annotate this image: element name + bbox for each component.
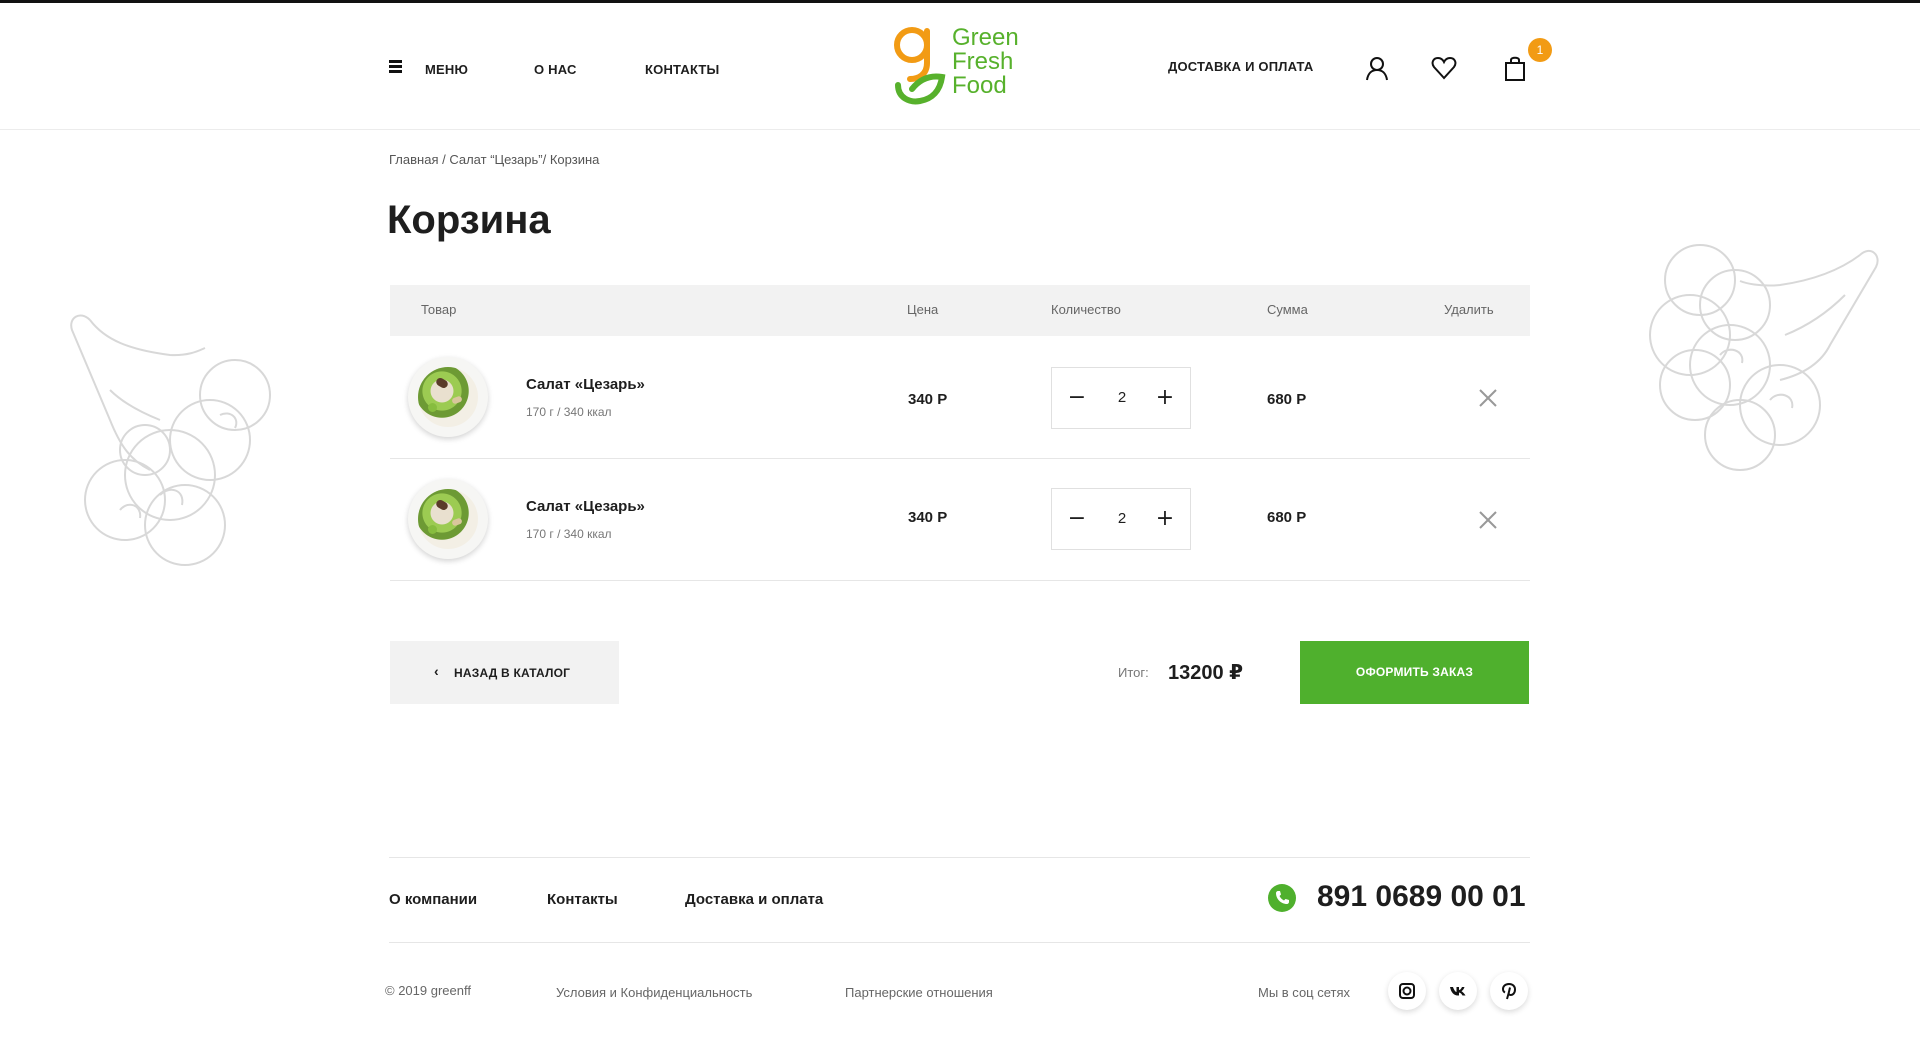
cart-count-badge: 1: [1528, 38, 1552, 62]
back-to-catalog-button[interactable]: ‹ НАЗАД В КАТАЛОГ: [390, 641, 619, 704]
row-sum: 680 Р: [1267, 509, 1307, 526]
logo-line-food: Food: [952, 72, 1007, 99]
site-header: МЕНЮ О НАС КОНТАКТЫ Green Fresh Food ДОС…: [0, 3, 1920, 130]
menu-icon[interactable]: [389, 60, 402, 73]
total-value: 13200 ₽: [1168, 662, 1244, 684]
phone-number[interactable]: 891 0689 00 01: [1317, 880, 1526, 914]
header-remove: Удалить: [1444, 302, 1494, 317]
nav-about-link[interactable]: О НАС: [534, 62, 577, 77]
cauliflower-left-decoration: [70, 314, 271, 566]
breadcrumb-product-link[interactable]: Салат “Цезарь”: [449, 152, 542, 167]
cart-table-header: Товар Цена Количество Сумма Удалить: [390, 285, 1530, 336]
product-price: 340 Р: [908, 391, 948, 408]
cart-row: Салат «Цезарь» 170 г / 340 ккал 340 Р − …: [390, 337, 1530, 459]
vk-icon[interactable]: [1439, 972, 1477, 1010]
logo-mark-icon: [894, 27, 946, 105]
breadcrumb: Главная / Салат “Цезарь”/ Корзина: [389, 152, 599, 167]
back-to-catalog-label: НАЗАД В КАТАЛОГ: [454, 666, 571, 680]
user-icon[interactable]: [1364, 55, 1390, 81]
cart-icon[interactable]: [1502, 55, 1528, 81]
product-name[interactable]: Салат «Цезарь»: [526, 498, 645, 515]
chevron-left-icon: ‹: [434, 663, 439, 679]
phone-icon: [1268, 884, 1296, 912]
product-meta: 170 г / 340 ккал: [526, 527, 612, 541]
cauliflower-right-decoration: [1649, 244, 1879, 471]
logo-line-green: Green: [952, 24, 1019, 51]
remove-item-icon[interactable]: [1476, 386, 1500, 410]
partners-link[interactable]: Партнерские отношения: [845, 985, 993, 1000]
increase-button[interactable]: +: [1150, 504, 1180, 534]
product-price: 340 Р: [908, 509, 948, 526]
total-label: Итог:: [1118, 665, 1149, 680]
increase-button[interactable]: +: [1150, 383, 1180, 413]
product-image[interactable]: [408, 357, 488, 437]
remove-item-icon[interactable]: [1476, 508, 1500, 532]
header-product: Товар: [421, 302, 457, 317]
instagram-icon[interactable]: [1388, 972, 1426, 1010]
product-meta: 170 г / 340 ккал: [526, 405, 612, 419]
quantity-value[interactable]: 2: [1107, 510, 1137, 527]
product-image[interactable]: [408, 479, 488, 559]
social-label: Мы в соц сетях: [1258, 985, 1351, 1000]
footer-divider: [389, 857, 1530, 858]
footer-contacts-link[interactable]: Контакты: [547, 891, 618, 908]
terms-link[interactable]: Условия и Конфиденциальность: [556, 985, 752, 1000]
breadcrumb-current: Корзина: [549, 152, 600, 167]
page-title: Корзина: [387, 198, 551, 242]
logo-line-fresh: Fresh: [952, 48, 1014, 75]
header-price: Цена: [907, 302, 939, 317]
copyright: © 2019 greenff: [385, 983, 471, 998]
heart-icon[interactable]: [1431, 55, 1457, 81]
breadcrumb-separator: /: [542, 152, 550, 167]
header-sum: Сумма: [1267, 302, 1308, 317]
logo[interactable]: Green Fresh Food: [890, 23, 1030, 105]
breadcrumb-home-link[interactable]: Главная: [389, 152, 438, 167]
pinterest-icon[interactable]: [1490, 972, 1528, 1010]
product-name[interactable]: Салат «Цезарь»: [526, 376, 645, 393]
decrease-button[interactable]: −: [1062, 383, 1092, 413]
nav-delivery-link[interactable]: ДОСТАВКА И ОПЛАТА: [1168, 59, 1313, 74]
quantity-stepper: − 2 +: [1051, 488, 1191, 550]
footer-company-link[interactable]: О компании: [389, 891, 477, 908]
header-quantity: Количество: [1051, 302, 1121, 317]
quantity-value[interactable]: 2: [1107, 389, 1137, 406]
nav-menu-link[interactable]: МЕНЮ: [425, 62, 468, 77]
footer-delivery-link[interactable]: Доставка и оплата: [685, 891, 823, 908]
logo-text: Green Fresh Food: [952, 26, 1019, 98]
quantity-stepper: − 2 +: [1051, 367, 1191, 429]
row-sum: 680 Р: [1267, 391, 1307, 408]
breadcrumb-separator: /: [438, 152, 450, 167]
place-order-button[interactable]: ОФОРМИТЬ ЗАКАЗ: [1300, 641, 1529, 704]
cart-row: Салат «Цезарь» 170 г / 340 ккал 340 Р − …: [390, 459, 1530, 581]
nav-contacts-link[interactable]: КОНТАКТЫ: [645, 62, 719, 77]
decrease-button[interactable]: −: [1062, 504, 1092, 534]
footer-divider: [389, 942, 1530, 943]
